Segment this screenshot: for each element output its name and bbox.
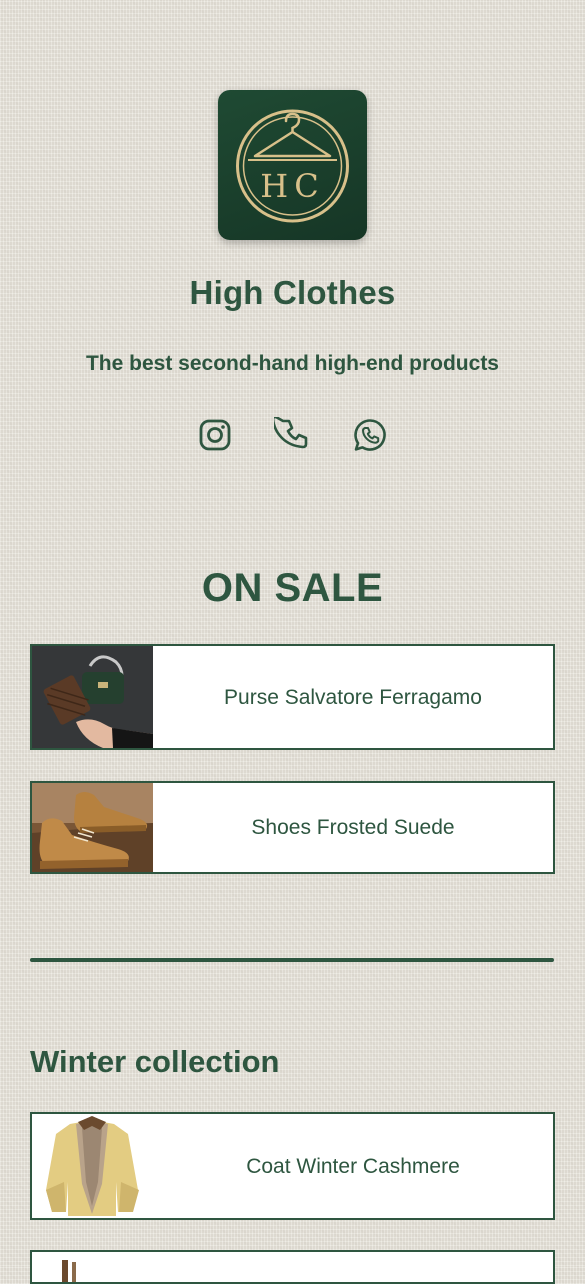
product-title: Coat Winter Cashmere <box>246 1154 460 1178</box>
whatsapp-link[interactable] <box>352 417 388 453</box>
phone-icon <box>274 417 308 449</box>
on-sale-heading: ON SALE <box>201 566 384 610</box>
phone-link[interactable] <box>274 417 310 453</box>
product-card-purse[interactable]: Purse Salvatore Ferragamo <box>30 644 555 750</box>
section-divider <box>30 958 554 962</box>
product-title <box>153 1252 553 1282</box>
profile-tagline: The best second-hand high-end products <box>85 352 499 375</box>
winter-collection-heading: Winter collection <box>30 1044 280 1079</box>
product-title: Shoes Frosted Suede <box>251 816 455 839</box>
product-card-coat[interactable]: Coat Winter Cashmere <box>30 1112 555 1220</box>
product-card-shoes[interactable]: Shoes Frosted Suede <box>30 781 555 874</box>
profile-name: High Clothes <box>189 274 396 311</box>
instagram-link[interactable] <box>197 417 233 453</box>
svg-text:HC: HC <box>260 167 324 205</box>
product-card-partial[interactable] <box>30 1250 555 1284</box>
brand-logo: HC <box>218 90 367 240</box>
purse-image <box>32 646 153 748</box>
product-title: Purse Salvatore Ferragamo <box>224 685 482 709</box>
whatsapp-icon <box>354 419 386 451</box>
instagram-icon <box>199 419 231 451</box>
hanger-logo-icon: HC <box>236 109 349 223</box>
coat-image <box>32 1114 153 1218</box>
link-page: HC High Clothes The best second-hand hig… <box>0 0 585 1284</box>
partial-item-image <box>32 1252 153 1282</box>
shoes-image <box>32 783 153 872</box>
